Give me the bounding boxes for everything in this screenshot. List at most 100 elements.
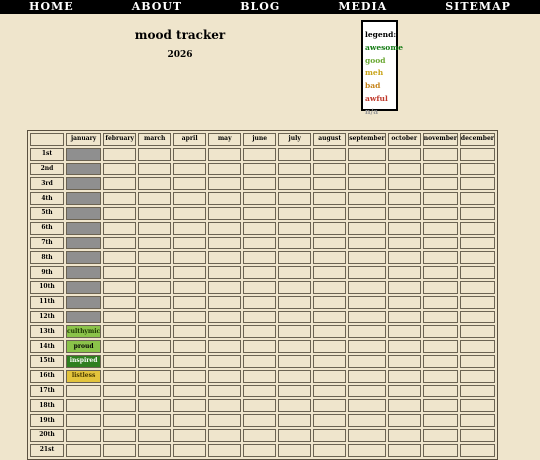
mood-cell[interactable] (348, 192, 386, 205)
mood-cell[interactable] (348, 325, 386, 339)
mood-cell[interactable] (278, 206, 312, 220)
mood-cell[interactable] (208, 280, 242, 294)
mood-cell[interactable] (459, 414, 495, 427)
mood-cell[interactable] (459, 443, 495, 457)
mood-cell[interactable] (66, 266, 102, 279)
mood-cell[interactable] (243, 147, 277, 161)
mood-cell[interactable] (459, 340, 495, 353)
mood-cell[interactable] (243, 414, 277, 427)
mood-cell[interactable] (208, 206, 242, 220)
mood-cell[interactable] (173, 221, 207, 235)
mood-cell[interactable] (459, 428, 495, 442)
mood-cell[interactable] (278, 147, 312, 161)
mood-cell[interactable]: culthymic (66, 325, 102, 339)
mood-cell[interactable] (459, 192, 495, 205)
nav-link-about[interactable]: ABOUT (132, 0, 182, 14)
mood-cell[interactable] (208, 266, 242, 279)
mood-cell[interactable] (103, 266, 137, 279)
mood-cell[interactable] (66, 384, 102, 398)
mood-cell[interactable] (422, 295, 458, 309)
mood-cell[interactable] (103, 443, 137, 457)
mood-cell[interactable] (422, 177, 458, 191)
mood-cell[interactable] (66, 295, 102, 309)
mood-cell[interactable] (103, 280, 137, 294)
mood-cell[interactable] (103, 295, 137, 309)
mood-cell[interactable] (138, 443, 172, 457)
mood-cell[interactable] (66, 280, 102, 294)
nav-link-sitemap[interactable]: SITEMAP (445, 0, 511, 14)
mood-cell[interactable] (138, 340, 172, 353)
mood-cell[interactable] (278, 310, 312, 324)
mood-cell[interactable] (103, 221, 137, 235)
mood-cell[interactable] (387, 192, 421, 205)
mood-cell[interactable] (103, 428, 137, 442)
mood-cell[interactable] (422, 399, 458, 413)
mood-cell[interactable] (278, 192, 312, 205)
mood-cell[interactable] (387, 384, 421, 398)
mood-cell[interactable] (459, 325, 495, 339)
mood-cell[interactable] (103, 369, 137, 383)
mood-cell[interactable] (208, 384, 242, 398)
mood-cell[interactable] (387, 266, 421, 279)
mood-cell[interactable] (348, 206, 386, 220)
mood-cell[interactable] (313, 236, 347, 250)
mood-cell[interactable] (313, 251, 347, 265)
mood-cell[interactable]: proud (66, 340, 102, 353)
mood-cell[interactable] (208, 354, 242, 368)
mood-cell[interactable] (208, 192, 242, 205)
mood-cell[interactable] (387, 325, 421, 339)
mood-cell[interactable] (173, 295, 207, 309)
mood-cell[interactable] (243, 325, 277, 339)
mood-cell[interactable] (387, 162, 421, 176)
mood-cell[interactable] (103, 251, 137, 265)
mood-cell[interactable] (208, 414, 242, 427)
mood-cell[interactable] (422, 354, 458, 368)
mood-cell[interactable] (243, 295, 277, 309)
mood-cell[interactable] (348, 266, 386, 279)
mood-cell[interactable] (173, 428, 207, 442)
mood-cell[interactable] (459, 399, 495, 413)
mood-cell[interactable] (313, 310, 347, 324)
mood-cell[interactable] (278, 354, 312, 368)
mood-cell[interactable] (348, 295, 386, 309)
mood-cell[interactable] (66, 147, 102, 161)
mood-cell[interactable] (208, 221, 242, 235)
mood-cell[interactable] (348, 162, 386, 176)
mood-cell[interactable] (103, 192, 137, 205)
mood-cell[interactable] (313, 162, 347, 176)
mood-cell[interactable] (173, 147, 207, 161)
mood-cell[interactable] (348, 369, 386, 383)
mood-cell[interactable] (278, 266, 312, 279)
mood-cell[interactable] (138, 399, 172, 413)
mood-cell[interactable] (278, 280, 312, 294)
mood-cell[interactable] (208, 399, 242, 413)
mood-cell[interactable] (387, 280, 421, 294)
mood-cell[interactable] (66, 414, 102, 427)
mood-cell[interactable] (422, 443, 458, 457)
mood-cell[interactable] (103, 354, 137, 368)
mood-cell[interactable] (66, 399, 102, 413)
mood-cell[interactable] (422, 310, 458, 324)
mood-cell[interactable] (138, 192, 172, 205)
mood-cell[interactable] (138, 147, 172, 161)
mood-cell[interactable] (387, 177, 421, 191)
mood-cell[interactable] (387, 428, 421, 442)
mood-cell[interactable] (313, 206, 347, 220)
mood-cell[interactable] (422, 369, 458, 383)
mood-cell[interactable] (138, 251, 172, 265)
mood-cell[interactable] (66, 443, 102, 457)
mood-cell[interactable] (173, 399, 207, 413)
mood-cell[interactable] (422, 266, 458, 279)
mood-cell[interactable] (313, 177, 347, 191)
mood-cell[interactable] (208, 162, 242, 176)
mood-cell[interactable] (173, 354, 207, 368)
mood-cell[interactable] (422, 414, 458, 427)
mood-cell[interactable] (278, 443, 312, 457)
mood-cell[interactable] (138, 177, 172, 191)
mood-cell[interactable] (278, 399, 312, 413)
mood-cell[interactable] (313, 414, 347, 427)
mood-cell[interactable] (278, 340, 312, 353)
mood-cell[interactable] (459, 310, 495, 324)
mood-cell[interactable] (103, 310, 137, 324)
mood-cell[interactable] (348, 310, 386, 324)
